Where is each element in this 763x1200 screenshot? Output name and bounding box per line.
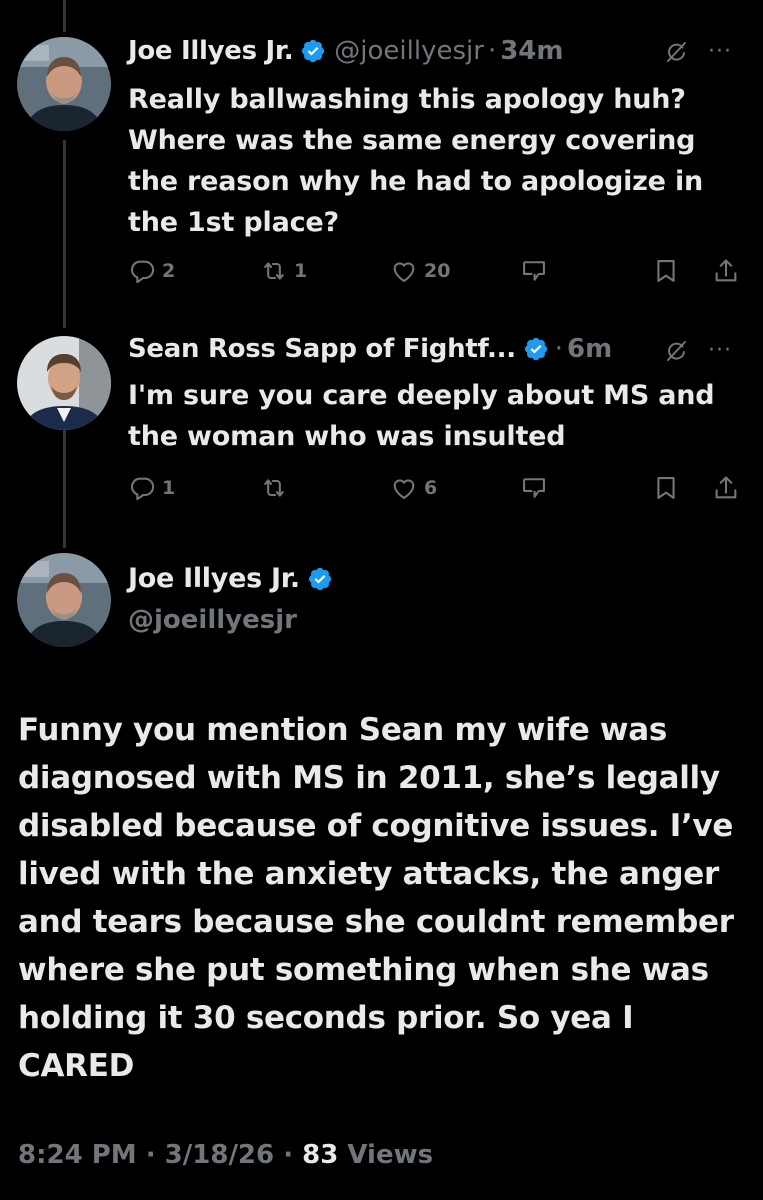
reply-header-actions: ···	[664, 40, 732, 64]
reply-button[interactable]: 2	[128, 254, 175, 288]
views-label: Views	[347, 1140, 434, 1170]
separator: ·	[283, 1140, 294, 1170]
repost-icon	[260, 257, 288, 285]
like-count: 20	[424, 260, 451, 282]
reply-text: I'm sure you care deeply about MS and th…	[128, 380, 715, 452]
more-options-icon[interactable]: ···	[708, 340, 732, 362]
reply-button[interactable]: 1	[128, 471, 175, 505]
thread-line	[63, 412, 66, 548]
timestamp[interactable]: 34m	[500, 36, 563, 66]
views-button[interactable]	[520, 471, 548, 505]
reply-header-actions: ···	[664, 339, 732, 363]
reply-icon	[128, 474, 156, 502]
like-icon	[390, 474, 418, 502]
separator: ·	[554, 334, 564, 364]
author-handle[interactable]: @joeillyesjr	[128, 605, 297, 635]
tweet-time[interactable]: 8:24 PM	[18, 1140, 137, 1170]
action-bar: 2 1 20	[128, 254, 743, 288]
author-handle[interactable]: @joeillyesjr	[334, 36, 484, 66]
like-button[interactable]: 6	[390, 471, 437, 505]
repost-icon	[260, 474, 288, 502]
bookmark-icon	[652, 474, 680, 502]
bookmark-icon	[652, 257, 680, 285]
reply-header: Joe Illyes Jr. @joeillyesjr · 34m	[128, 36, 563, 66]
repost-count: 1	[294, 260, 308, 282]
repost-button[interactable]	[260, 471, 294, 505]
tweet-text: Funny you mention Sean my wife was diagn…	[18, 712, 734, 1084]
stats-icon	[520, 474, 548, 502]
author-name[interactable]: Sean Ross Sapp of Fightf...	[128, 334, 516, 364]
share-button[interactable]	[712, 254, 740, 288]
main-author: Joe Illyes Jr.	[128, 563, 341, 594]
thread-line	[63, 140, 66, 328]
repost-button[interactable]: 1	[260, 254, 307, 288]
timestamp[interactable]: 6m	[567, 334, 612, 364]
avatar[interactable]	[17, 553, 111, 647]
tweet-date[interactable]: 3/18/26	[165, 1140, 274, 1170]
thread-line-top	[63, 0, 66, 32]
stats-icon	[520, 257, 548, 285]
avatar[interactable]	[17, 37, 111, 131]
verified-badge-icon	[300, 38, 326, 64]
bookmark-button[interactable]	[652, 254, 680, 288]
reply-header: Sean Ross Sapp of Fightf... · 6m	[128, 334, 612, 364]
grok-icon[interactable]	[664, 40, 688, 64]
verified-badge-icon	[523, 336, 549, 362]
reply-text: Really ballwashing this apology huh? Whe…	[128, 84, 704, 238]
views-button[interactable]	[520, 254, 548, 288]
reply-count: 1	[162, 477, 176, 499]
share-button[interactable]	[712, 471, 740, 505]
separator: ·	[145, 1140, 156, 1170]
like-icon	[390, 257, 418, 285]
bookmark-button[interactable]	[652, 471, 680, 505]
avatar[interactable]	[17, 336, 111, 430]
more-options-icon[interactable]: ···	[708, 41, 732, 63]
share-icon	[712, 257, 740, 285]
separator: ·	[487, 36, 497, 66]
views-count[interactable]: 83	[302, 1140, 338, 1170]
like-button[interactable]: 20	[390, 254, 450, 288]
share-icon	[712, 474, 740, 502]
like-count: 6	[424, 477, 438, 499]
grok-icon[interactable]	[664, 339, 688, 363]
author-name[interactable]: Joe Illyes Jr.	[128, 36, 294, 66]
reply-count: 2	[162, 260, 176, 282]
tweet-meta: 8:24 PM · 3/18/26 · 83 Views	[18, 1140, 433, 1170]
action-bar: 1 6	[128, 471, 743, 505]
verified-badge-icon	[307, 566, 333, 592]
author-name[interactable]: Joe Illyes Jr.	[128, 563, 300, 594]
reply-icon	[128, 257, 156, 285]
